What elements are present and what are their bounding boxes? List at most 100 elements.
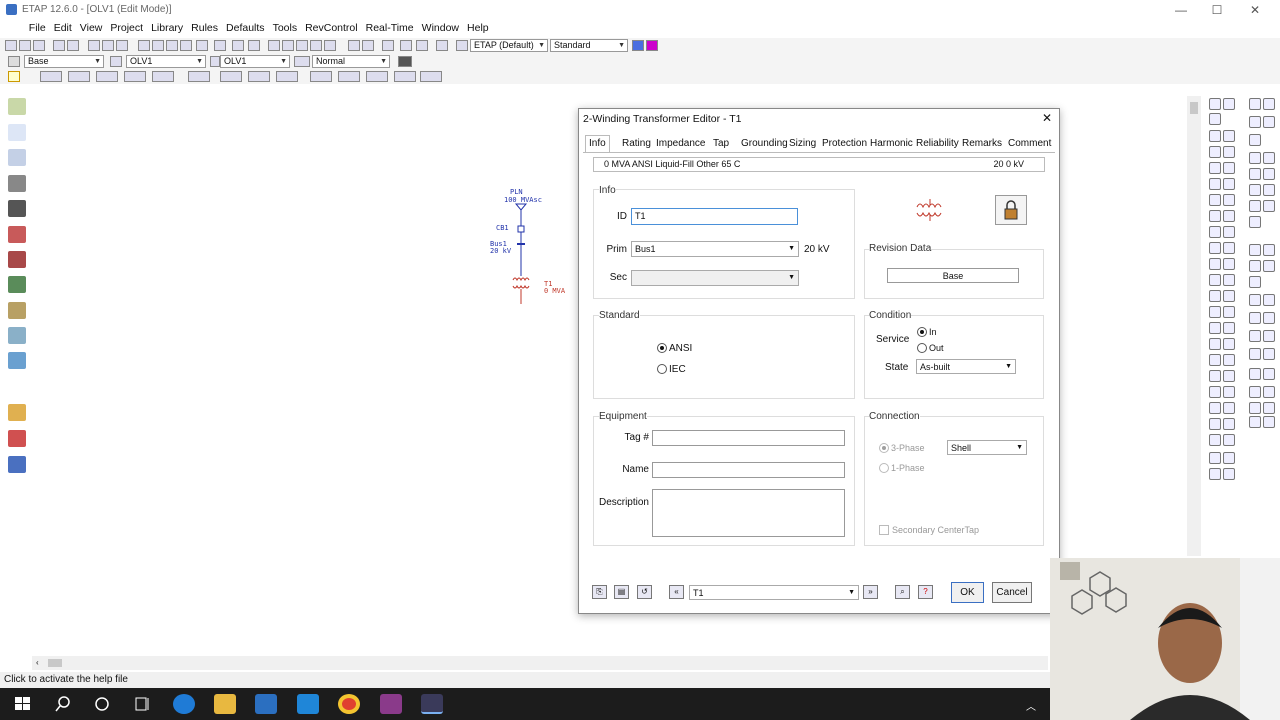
help-icon[interactable] [436, 40, 448, 51]
load-icon[interactable] [1223, 194, 1235, 206]
tab-info[interactable]: Info [585, 135, 610, 153]
preset-icon[interactable] [456, 40, 468, 51]
prim-bus-dropdown[interactable]: Bus1 ▼ [631, 241, 799, 257]
find-icon[interactable]: ⌕ [895, 585, 910, 599]
system-icon[interactable] [8, 175, 26, 192]
sw-r-icon[interactable] [1249, 402, 1261, 414]
tag-input[interactable] [652, 430, 845, 446]
three-phase-radio[interactable] [879, 443, 889, 453]
id-input[interactable]: T1 [631, 208, 798, 225]
service-in-radio[interactable] [917, 327, 927, 337]
state-dropdown[interactable]: As-built ▼ [916, 359, 1016, 374]
scroll-thumb[interactable] [1190, 102, 1198, 114]
relay-b-icon[interactable] [1249, 116, 1261, 128]
hvdc-icon[interactable] [1223, 402, 1235, 414]
menu-defaults[interactable]: Defaults [222, 20, 269, 37]
remote-icon[interactable] [1209, 370, 1221, 382]
ar-icon[interactable] [8, 404, 26, 421]
sw-o-icon[interactable] [1263, 368, 1275, 380]
hyperlink-icon[interactable] [324, 40, 336, 51]
standard-combo[interactable]: Standard ▼ [550, 39, 628, 52]
store-icon[interactable] [255, 694, 277, 714]
dialog-close-icon[interactable]: ✕ [1039, 111, 1055, 127]
binoculars-icon[interactable] [416, 40, 428, 51]
sw-h-icon[interactable] [1249, 312, 1261, 324]
scroll-thumb[interactable] [48, 659, 62, 667]
ups-icon[interactable] [1209, 306, 1221, 318]
underground-icon[interactable] [8, 327, 26, 344]
minimize-button[interactable]: — [1166, 2, 1196, 18]
open-icon[interactable] [19, 40, 31, 51]
relay-k-icon[interactable] [1249, 200, 1261, 212]
short-circuit-icon[interactable] [68, 71, 90, 82]
scroll-left-icon[interactable]: ‹ [36, 658, 39, 667]
ok-button[interactable]: OK [951, 582, 984, 603]
oneline-combo[interactable]: OLV1 ▼ [126, 55, 206, 68]
help-icon[interactable]: ? [918, 585, 933, 599]
wind-icon[interactable] [1209, 338, 1221, 350]
tab-protection[interactable]: Protection [819, 138, 870, 149]
panel-icon[interactable] [420, 71, 442, 82]
capacitor-icon[interactable] [1223, 210, 1235, 222]
tab-rating[interactable]: Rating [619, 138, 654, 149]
undo-icon[interactable]: ↺ [637, 585, 652, 599]
relay-icon[interactable] [1209, 242, 1221, 254]
name-input[interactable] [652, 462, 845, 478]
ground-icon[interactable] [1223, 338, 1235, 350]
star-icon[interactable] [8, 251, 26, 268]
centertap-checkbox[interactable] [879, 525, 889, 535]
relay-f-icon[interactable] [1263, 152, 1275, 164]
reliability-icon[interactable] [310, 71, 332, 82]
network-icon[interactable] [1223, 354, 1235, 366]
relay-a-icon[interactable] [1263, 98, 1275, 110]
menu-library[interactable]: Library [147, 20, 187, 37]
relay-c-icon[interactable] [1263, 116, 1275, 128]
sw-q-icon[interactable] [1263, 386, 1275, 398]
contactor-icon[interactable] [1223, 258, 1235, 270]
menu-window[interactable]: Window [418, 20, 463, 37]
line-icon[interactable] [1223, 146, 1235, 158]
impedance-icon[interactable] [1223, 162, 1235, 174]
menu-view[interactable]: View [76, 20, 107, 37]
vertical-scrollbar[interactable] [1187, 96, 1201, 556]
inverter-icon[interactable] [1209, 322, 1221, 334]
harmonic-icon[interactable] [124, 71, 146, 82]
transformer3w-icon[interactable] [1223, 130, 1235, 142]
menu-revcontrol[interactable]: RevControl [301, 20, 362, 37]
optimal-icon[interactable] [276, 71, 298, 82]
service-out-radio[interactable] [917, 343, 927, 353]
charger-icon[interactable] [1223, 290, 1235, 302]
file-explorer-icon[interactable] [214, 694, 236, 714]
ansi-radio[interactable] [657, 343, 667, 353]
tree-icon[interactable] [8, 430, 26, 447]
project-icon[interactable] [8, 98, 26, 115]
pdf-app-icon[interactable] [380, 694, 402, 714]
iec-radio[interactable] [657, 364, 667, 374]
pointer-icon[interactable] [1209, 98, 1221, 110]
sw-e-icon[interactable] [1249, 276, 1261, 288]
sync-icon[interactable] [1209, 386, 1221, 398]
menu-file[interactable]: File [25, 20, 50, 37]
utility-symbol[interactable] [514, 203, 528, 211]
search-icon[interactable] [52, 694, 74, 714]
relay-e-icon[interactable] [1249, 152, 1261, 164]
relay-i-icon[interactable] [1249, 184, 1261, 196]
pv-icon[interactable] [1223, 322, 1235, 334]
sw-f-icon[interactable] [1249, 294, 1261, 306]
sw-l-icon[interactable] [1249, 348, 1261, 360]
cable-icon[interactable] [1209, 146, 1221, 158]
select-icon[interactable] [214, 40, 226, 51]
arc-flash-icon[interactable] [248, 71, 270, 82]
pan-icon[interactable] [138, 40, 150, 51]
lock-button[interactable] [995, 195, 1027, 225]
close-button[interactable]: ✕ [1240, 2, 1270, 18]
theme-icon[interactable] [382, 40, 394, 51]
presentation-combo[interactable]: Base ▼ [24, 55, 104, 68]
contingency-icon[interactable] [394, 71, 416, 82]
sw-a-icon[interactable] [1249, 244, 1261, 256]
add-template-icon[interactable] [362, 40, 374, 51]
transformer-icon[interactable] [1209, 130, 1221, 142]
annotation-icon[interactable] [1223, 468, 1235, 480]
redo-icon[interactable] [248, 40, 260, 51]
print-icon[interactable]: ▤ [614, 585, 629, 599]
